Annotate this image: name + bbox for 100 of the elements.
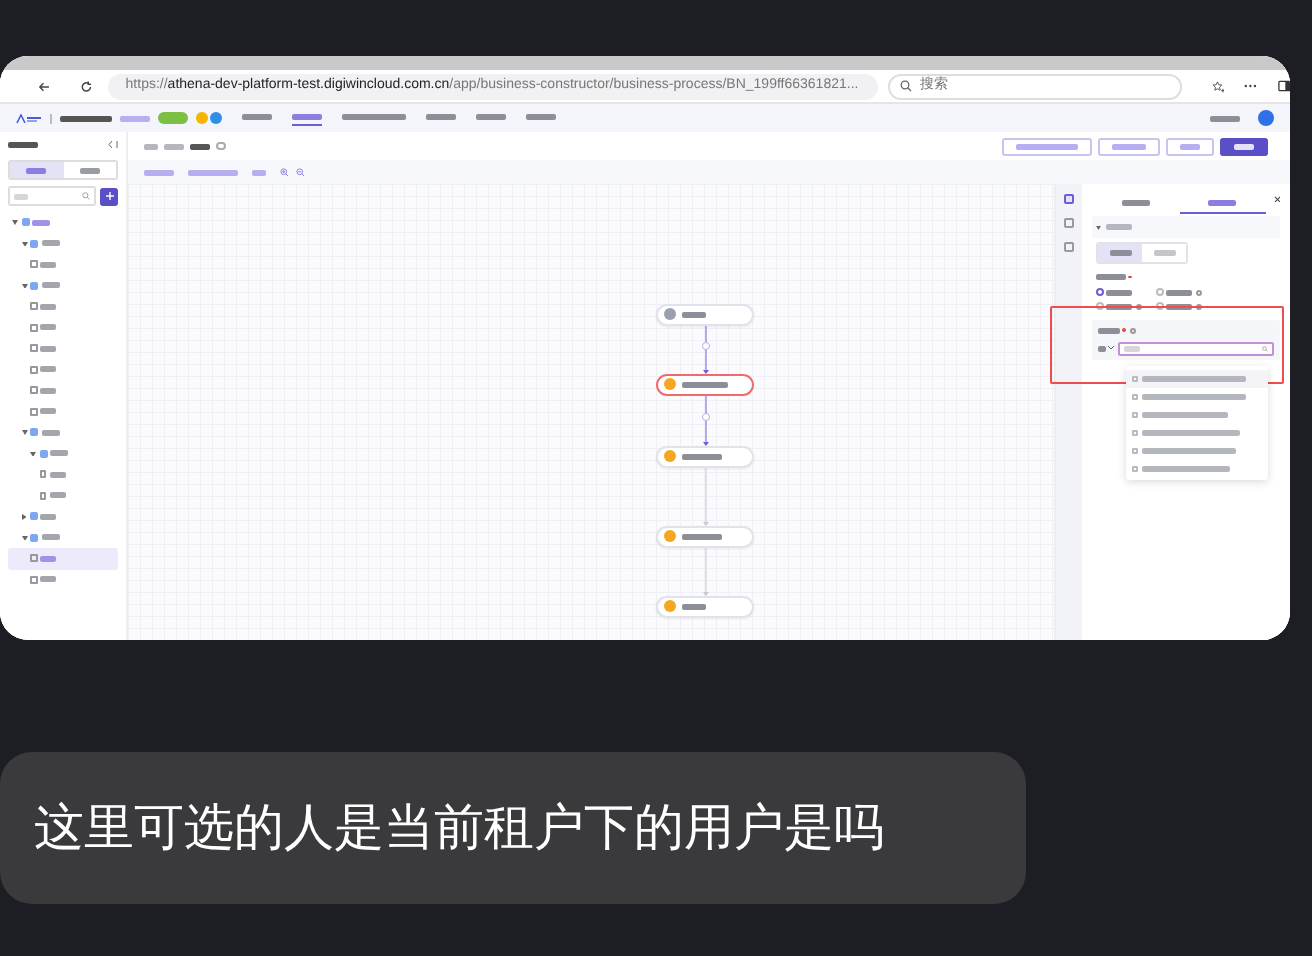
blurred-label (1106, 303, 1132, 309)
toolbar-link[interactable] (144, 169, 174, 175)
help-icon[interactable] (1195, 289, 1201, 295)
blurred-label (1124, 345, 1140, 351)
user-icon (663, 530, 675, 542)
list-icon[interactable] (1064, 242, 1074, 252)
blurred-label (1234, 143, 1254, 149)
checkbox[interactable] (1131, 465, 1137, 471)
user-icon (663, 450, 675, 462)
settings-icon[interactable] (1064, 194, 1074, 204)
folder-icon (29, 512, 37, 521)
add-button[interactable] (100, 187, 118, 205)
blurred-label (1141, 393, 1245, 399)
checkbox[interactable] (1131, 429, 1137, 435)
blurred-label (1210, 115, 1240, 121)
blurred-label (252, 169, 266, 175)
user-icon (663, 378, 675, 390)
blurred-label (119, 115, 149, 121)
nav-tab[interactable] (291, 111, 321, 125)
blurred-label (1141, 465, 1229, 471)
option-item[interactable] (1126, 369, 1268, 387)
toolbar-button[interactable] (1220, 137, 1268, 155)
checkbox[interactable] (1131, 375, 1137, 381)
tree-item[interactable] (8, 548, 118, 569)
radio-button[interactable] (1096, 302, 1103, 310)
message-text: 这里可选的人是当前租户下的用户是吗 (34, 796, 884, 861)
user-icon (663, 600, 675, 612)
blurred-label (79, 167, 100, 173)
checkbox[interactable] (1131, 393, 1137, 399)
blurred-label (681, 381, 727, 387)
blurred-label (525, 114, 555, 120)
list-icon[interactable] (1064, 218, 1074, 228)
blurred-label (475, 114, 505, 120)
blurred-label (1153, 250, 1175, 256)
folder-icon (39, 449, 47, 458)
blurred-label (1166, 303, 1192, 309)
caret-down-icon (21, 283, 27, 288)
document-icon (30, 407, 37, 416)
blurred-label (1166, 289, 1192, 295)
nav-tab[interactable] (425, 111, 455, 125)
blurred-label (1141, 429, 1239, 435)
blurred-label (1112, 143, 1146, 149)
checkbox[interactable] (1131, 447, 1137, 453)
blurred-label (241, 114, 271, 120)
document-icon (30, 554, 37, 563)
blurred-label (681, 311, 705, 317)
blurred-label (188, 169, 238, 175)
blurred-label (1098, 327, 1120, 333)
status-badge (157, 112, 187, 124)
document-icon (30, 323, 37, 332)
sidebar-tab[interactable] (10, 162, 63, 178)
folder-icon (30, 281, 38, 290)
picker-field[interactable] (1118, 341, 1274, 355)
blurred-label (1141, 447, 1235, 453)
nav-tab[interactable] (525, 111, 555, 125)
flow-node[interactable] (656, 373, 754, 395)
caret-down-icon (12, 220, 18, 225)
radio-button[interactable] (1096, 288, 1103, 296)
share-link[interactable] (1210, 115, 1240, 121)
blurred-label (1105, 224, 1131, 230)
start-icon (663, 308, 675, 320)
help-icon[interactable] (1129, 327, 1135, 333)
radio-button[interactable] (1156, 302, 1163, 310)
blurred-label (1096, 274, 1126, 280)
toolbar-link[interactable] (188, 169, 238, 175)
document-icon (39, 491, 46, 500)
segment-tab[interactable] (1098, 244, 1142, 262)
nav-tab[interactable] (241, 111, 271, 125)
blurred-label (341, 114, 405, 120)
sidebar-tab[interactable] (63, 162, 116, 178)
caret-down-icon (21, 535, 27, 540)
blurred-label (26, 167, 47, 173)
document-icon (30, 575, 37, 584)
gear-icon[interactable] (216, 141, 225, 151)
folder-icon (21, 218, 29, 227)
checkbox[interactable] (1131, 411, 1137, 417)
reload-icon[interactable] (80, 79, 94, 93)
nav-tab[interactable] (475, 111, 505, 125)
blurred-label (8, 141, 38, 147)
blurred-label (1208, 199, 1237, 205)
search-field[interactable] (8, 186, 96, 206)
caret-down-icon (30, 451, 36, 456)
blurred-label (425, 114, 455, 120)
back-icon[interactable] (38, 79, 51, 93)
nav-tab[interactable] (341, 111, 405, 125)
help-icon[interactable] (1195, 303, 1201, 309)
blurred-label (1121, 199, 1150, 205)
toolbar-link[interactable] (252, 169, 266, 175)
help-icon[interactable] (1135, 303, 1141, 309)
blurred-label (1109, 250, 1131, 256)
logo-icon (16, 113, 42, 123)
avatar-icon[interactable] (1258, 110, 1274, 126)
caret-down-icon (21, 430, 27, 435)
search-icon (899, 80, 912, 92)
folder-icon (30, 533, 38, 542)
folder-icon (30, 428, 38, 437)
document-icon (30, 260, 37, 269)
blurred-label (1141, 375, 1245, 381)
radio-button[interactable] (1156, 288, 1163, 296)
blurred-label (681, 453, 721, 459)
